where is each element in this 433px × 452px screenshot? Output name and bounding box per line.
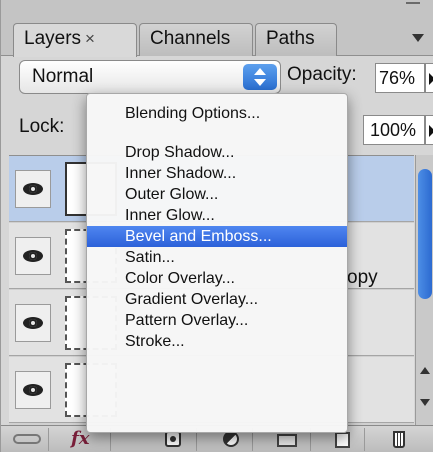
fill-field[interactable]: 100% (363, 115, 425, 145)
menu-item-drop-shadow[interactable]: Drop Shadow... (87, 142, 347, 163)
menu-separator (87, 124, 347, 142)
visibility-eye-icon[interactable] (15, 371, 51, 409)
opacity-field[interactable]: 76% (375, 63, 425, 93)
menu-item-stroke[interactable]: Stroke... (87, 331, 347, 352)
panel-menu-button[interactable] (400, 26, 428, 48)
tab-layers-label: Layers (24, 28, 82, 49)
group-folder-icon (277, 434, 297, 447)
menu-item-satin[interactable]: Satin... (87, 247, 347, 268)
delete-layer-button[interactable] (379, 428, 421, 451)
layer-name-fragment: opy (347, 267, 378, 288)
link-layers-icon (13, 434, 41, 444)
menu-item-inner-glow[interactable]: Inner Glow... (87, 205, 347, 226)
tab-paths-label: Paths (266, 28, 315, 49)
menu-item-outer-glow[interactable]: Outer Glow... (87, 184, 347, 205)
slider-arrow-icon (429, 73, 433, 85)
opacity-slider-button[interactable] (425, 63, 433, 93)
menu-item-gradient-overlay[interactable]: Gradient Overlay... (87, 289, 347, 310)
tab-channels-label: Channels (150, 28, 231, 49)
new-layer-icon (335, 432, 350, 448)
panel-tab-bar: Layers × Channels Paths (1, 0, 433, 57)
lock-label: Lock: (19, 116, 65, 137)
scrollbar-thumb[interactable] (418, 169, 432, 299)
tab-paths[interactable]: Paths (255, 23, 337, 56)
layer-list-scrollbar[interactable] (415, 155, 433, 425)
adjustment-layer-icon (223, 431, 239, 447)
blend-mode-value: Normal (32, 66, 94, 87)
select-arrows-icon (243, 64, 277, 90)
slider-arrow-icon (429, 125, 433, 137)
fill-slider-button[interactable] (425, 115, 433, 145)
opacity-label: Opacity: (287, 64, 357, 85)
layer-mask-icon (165, 431, 181, 447)
visibility-eye-icon[interactable] (15, 237, 51, 275)
menu-item-color-overlay[interactable]: Color Overlay... (87, 268, 347, 289)
layer-style-menu: Blending Options... Drop Shadow... Inner… (86, 93, 348, 433)
tab-channels[interactable]: Channels (139, 23, 253, 56)
panel-collapse-icon[interactable] (406, 2, 420, 12)
visibility-eye-icon[interactable] (15, 304, 51, 342)
blend-mode-select[interactable]: Normal (19, 60, 281, 94)
menu-item-pattern-overlay[interactable]: Pattern Overlay... (87, 310, 347, 331)
tab-close-icon[interactable]: × (85, 29, 95, 48)
tab-layers[interactable]: Layers × (13, 23, 137, 57)
menu-item-blending-options[interactable]: Blending Options... (87, 103, 347, 124)
scroll-down-arrow-icon[interactable] (420, 399, 430, 406)
scroll-up-arrow-icon[interactable] (420, 367, 430, 374)
link-layers-button[interactable] (7, 428, 49, 451)
trash-icon (393, 431, 405, 448)
panel-menu-icon (412, 34, 424, 42)
menu-item-inner-shadow[interactable]: Inner Shadow... (87, 163, 347, 184)
menu-item-bevel-and-emboss[interactable]: Bevel and Emboss... (87, 226, 347, 247)
visibility-eye-icon[interactable] (15, 170, 51, 208)
